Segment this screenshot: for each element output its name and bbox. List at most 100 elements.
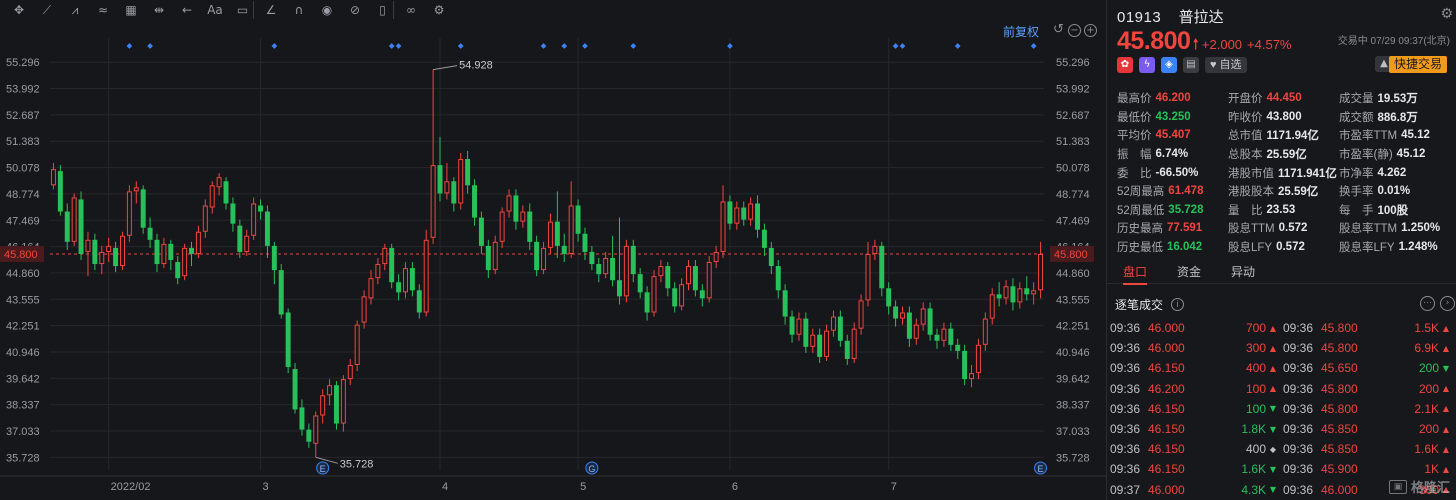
candle-body <box>561 245 567 254</box>
tab-2[interactable]: 异动 <box>1231 262 1255 284</box>
stat-value: 61.478 <box>1168 185 1204 198</box>
x-tick-label: 2022/02 <box>111 481 151 493</box>
stat-value: 43.250 <box>1155 110 1191 123</box>
expand-icon[interactable]: › <box>1440 296 1455 311</box>
direction-flat-icon: ◆ <box>1269 444 1277 454</box>
candle <box>313 411 319 458</box>
current-price-tag-left: 45.800 <box>0 245 44 262</box>
candle <box>78 191 84 261</box>
stat-label: 市净率 <box>1339 167 1374 180</box>
candle <box>168 239 174 271</box>
tick-volume: 100 <box>1245 401 1266 416</box>
candle <box>575 199 581 242</box>
candle-body <box>616 280 622 297</box>
candle-body <box>140 189 146 228</box>
direction-up-icon: ▲ <box>1442 404 1450 414</box>
stat-label: 港股股本 <box>1228 186 1274 199</box>
candle <box>1031 282 1037 305</box>
candle <box>817 328 823 363</box>
candle <box>810 328 816 353</box>
tick-entry: 09:36 45.800 200 ▲ <box>1283 382 1456 396</box>
tick-price: 45.850 <box>1321 442 1358 457</box>
candle-body <box>485 245 491 271</box>
candle-body <box>665 266 671 289</box>
direction-down-icon: ▼ <box>1269 404 1277 414</box>
candle-body <box>824 330 830 357</box>
candle-body <box>209 185 215 208</box>
candle-body <box>133 187 139 192</box>
y-tick-label-left: 35.728 <box>6 452 40 464</box>
candle <box>547 213 553 254</box>
stat-cell: 最高价 46.200 <box>1117 89 1228 108</box>
tab-1[interactable]: 资金 <box>1177 262 1201 284</box>
settings-gear-icon[interactable]: ⚙ <box>1440 6 1453 22</box>
stat-value: -66.50% <box>1155 166 1199 179</box>
candle-body <box>320 395 326 416</box>
chart-panel[interactable]: ✥ ⟋ ⩘ ≈ ▦ ⇹ ← Aa ▭ ∠ ∩ ◉ ⊘ ▯ ∞ ⚙ 前复权 ↺ −… <box>0 0 1106 500</box>
info-icon[interactable]: i <box>1171 297 1185 311</box>
candle-body <box>692 266 698 291</box>
candle <box>589 245 595 271</box>
stat-label: 港股市值 <box>1228 167 1274 180</box>
candle <box>230 197 236 232</box>
candle <box>409 262 415 297</box>
candle-body <box>492 241 498 271</box>
candle-body <box>858 300 864 329</box>
candle-body <box>223 181 229 204</box>
y-tick-label-left: 52.687 <box>6 110 40 122</box>
tick-time: 09:36 <box>1110 381 1141 396</box>
candle <box>472 179 478 226</box>
tag-icon[interactable]: ◈ <box>1161 57 1177 73</box>
tick-entry: 09:36 46.150 400 ▲ <box>1110 361 1283 375</box>
tick-time: 09:37 <box>1110 482 1141 497</box>
candle-body <box>264 211 270 246</box>
stat-cell: 成交额 886.8万 <box>1339 108 1456 127</box>
candle-body <box>851 328 857 359</box>
candle-body <box>920 308 926 325</box>
tick-row: 09:36 46.150 400 ◆ 09:36 45.850 1.6K ▲ <box>1110 439 1456 459</box>
price-tag-text: 45.800 <box>1054 249 1088 261</box>
candle-body <box>278 270 284 315</box>
more-icon[interactable]: ··· <box>1420 296 1435 311</box>
tick-list: 09:36 46.000 700 ▲ 09:36 45.800 1.5K ▲ 09:36 46.0… <box>1110 318 1456 500</box>
quote-header: 01913 普拉达 ⚙ <box>1117 6 1453 27</box>
stat-row: 振 幅 6.74% 总股本 25.59亿 市盈率(静) 45.12 <box>1117 145 1456 164</box>
candle <box>582 227 588 261</box>
tick-price: 46.000 <box>1321 482 1358 497</box>
candlestick-chart[interactable]: 55.296 55.296 53.992 53.992 52.687 52.687 51.3… <box>0 0 1106 500</box>
candle-body <box>354 324 360 366</box>
candle-body <box>1024 288 1030 295</box>
lightning-icon[interactable]: ϟ <box>1139 57 1155 73</box>
candle-body <box>57 171 63 212</box>
tick-volume: 1.5K <box>1414 321 1439 336</box>
candle-body <box>713 251 719 263</box>
note-icon[interactable]: ▤ <box>1183 57 1199 73</box>
candle-body <box>216 177 222 188</box>
x-tick-label: 6 <box>732 481 738 493</box>
tick-time: 09:36 <box>1283 482 1314 497</box>
quick-trade-button[interactable]: 快捷交易 <box>1388 56 1447 73</box>
candle <box>741 201 747 226</box>
tab-0[interactable]: 盘口 <box>1123 262 1148 285</box>
candle-body <box>306 429 312 442</box>
candle <box>734 201 740 230</box>
candle-body <box>347 365 353 380</box>
add-watchlist-button[interactable]: ♥ 自选 <box>1205 57 1247 73</box>
stat-value: 45.407 <box>1155 129 1191 142</box>
candle <box>906 306 912 347</box>
candle-body <box>382 247 388 265</box>
tick-list-header: 逐笔成交 i ··· › <box>1115 295 1455 313</box>
candle <box>403 262 408 299</box>
candle-body <box>761 229 767 248</box>
candle-body <box>658 266 664 277</box>
candle-body <box>340 379 346 424</box>
candle <box>996 282 1002 307</box>
candle <box>886 282 892 315</box>
candle-body <box>202 205 208 232</box>
candle-body <box>451 181 457 204</box>
candle-body <box>161 243 167 265</box>
candle <box>161 237 167 269</box>
stat-label: 市盈率TTM <box>1339 130 1398 143</box>
tick-volume: 6.9K <box>1414 341 1439 356</box>
tick-entry: 09:36 45.850 200 ▲ <box>1283 422 1456 436</box>
